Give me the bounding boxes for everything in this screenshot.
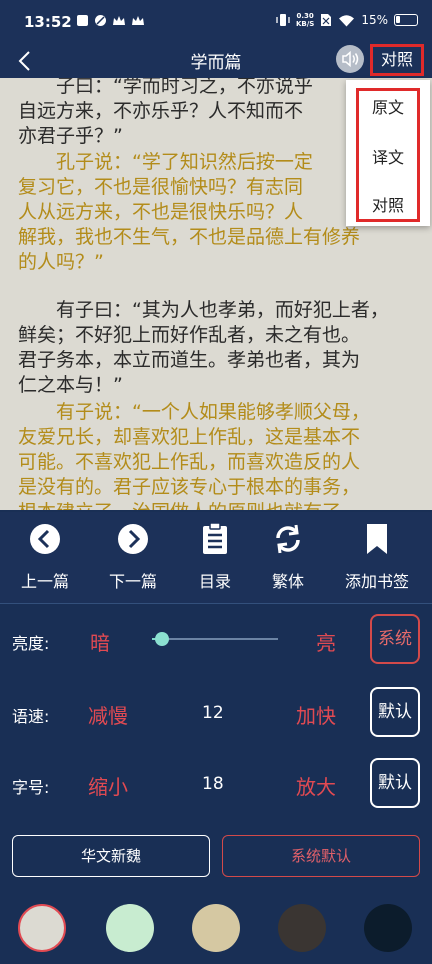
menu-item-compare[interactable]: 对照 <box>346 192 430 216</box>
clipboard-list-icon <box>203 522 227 554</box>
chapter-nav: 上一篇 下一篇 目录 繁体 添加书签 <box>0 512 432 604</box>
compare-mode-button[interactable]: 对照 <box>370 44 424 76</box>
passage-2-original: 有子曰：“其为人也孝弟，而好犯上者， 鲜矣；不好犯上而好作乱者，未之有也。 君子… <box>18 299 389 396</box>
crown-icon <box>132 15 144 25</box>
audio-button[interactable] <box>336 45 364 73</box>
refresh-icon <box>276 524 300 554</box>
fontsize-increase-button[interactable]: 放大 <box>296 771 336 800</box>
page-title: 学而篇 <box>190 53 242 73</box>
title-bar: 学而篇 对照 <box>0 44 432 78</box>
fontsize-label: 字号: <box>12 778 50 797</box>
prev-chapter-button[interactable]: 上一篇 <box>0 522 90 592</box>
brightness-low-label: 暗 <box>90 631 110 655</box>
menu-item-translation[interactable]: 译文 <box>346 144 430 168</box>
wifi-icon <box>339 14 355 26</box>
theme-swatch-dark-brown[interactable] <box>278 904 326 952</box>
passage-2-translation: 有子说：“一个人如果能够孝顺父母， 友爱兄长，却喜欢犯上作乱，这是基本不 可能。… <box>18 401 370 510</box>
brightness-label: 亮度: <box>12 634 50 653</box>
brightness-slider-track[interactable] <box>152 638 278 640</box>
theme-swatch-tan[interactable] <box>192 904 240 952</box>
battery-icon <box>394 14 418 26</box>
crown-icon <box>113 15 125 25</box>
font-huawen-xinwei-button[interactable]: 华文新魏 <box>12 835 210 877</box>
status-time: 13:52 <box>24 13 72 31</box>
speed-default-button[interactable]: 默认 <box>370 687 420 737</box>
network-speed: 0.30 KB/S <box>295 12 315 28</box>
vibrate-icon <box>276 14 290 26</box>
traditional-chinese-button[interactable]: 繁体 <box>243 522 333 592</box>
brightness-slider-thumb[interactable] <box>155 632 170 646</box>
add-bookmark-button[interactable]: 添加书签 <box>332 522 422 592</box>
brightness-high-label: 亮 <box>316 631 336 655</box>
chevron-left-circle-icon <box>30 524 60 554</box>
speed-label: 语速: <box>12 707 50 726</box>
speed-decrease-button[interactable]: 减慢 <box>88 700 128 729</box>
status-bar: 13:52 0.30 KB/S 15% <box>0 0 432 44</box>
next-chapter-button[interactable]: 下一篇 <box>88 522 178 592</box>
theme-swatch-mint[interactable] <box>106 904 154 952</box>
fontsize-value: 18 <box>202 774 224 794</box>
fontsize-default-button[interactable]: 默认 <box>370 758 420 808</box>
menu-item-original[interactable]: 原文 <box>346 94 430 118</box>
speed-value: 12 <box>202 703 224 723</box>
speed-increase-button[interactable]: 加快 <box>296 700 336 729</box>
system-brightness-button[interactable]: 系统 <box>370 614 420 664</box>
theme-swatch-light-gray[interactable] <box>18 904 66 952</box>
chevron-right-circle-icon <box>118 524 148 554</box>
battery-percent: 15% <box>361 13 388 27</box>
theme-swatch-navy-black[interactable] <box>364 904 412 952</box>
no-sim-icon <box>321 14 332 26</box>
display-mode-menu: 原文 译文 对照 <box>346 80 430 226</box>
bookmark-icon <box>367 524 387 554</box>
speaker-icon <box>342 50 359 68</box>
app-notification-icon <box>77 15 88 26</box>
font-system-default-button[interactable]: 系统默认 <box>222 835 420 877</box>
fontsize-decrease-button[interactable]: 缩小 <box>88 771 128 800</box>
leaf-icon <box>95 15 106 26</box>
